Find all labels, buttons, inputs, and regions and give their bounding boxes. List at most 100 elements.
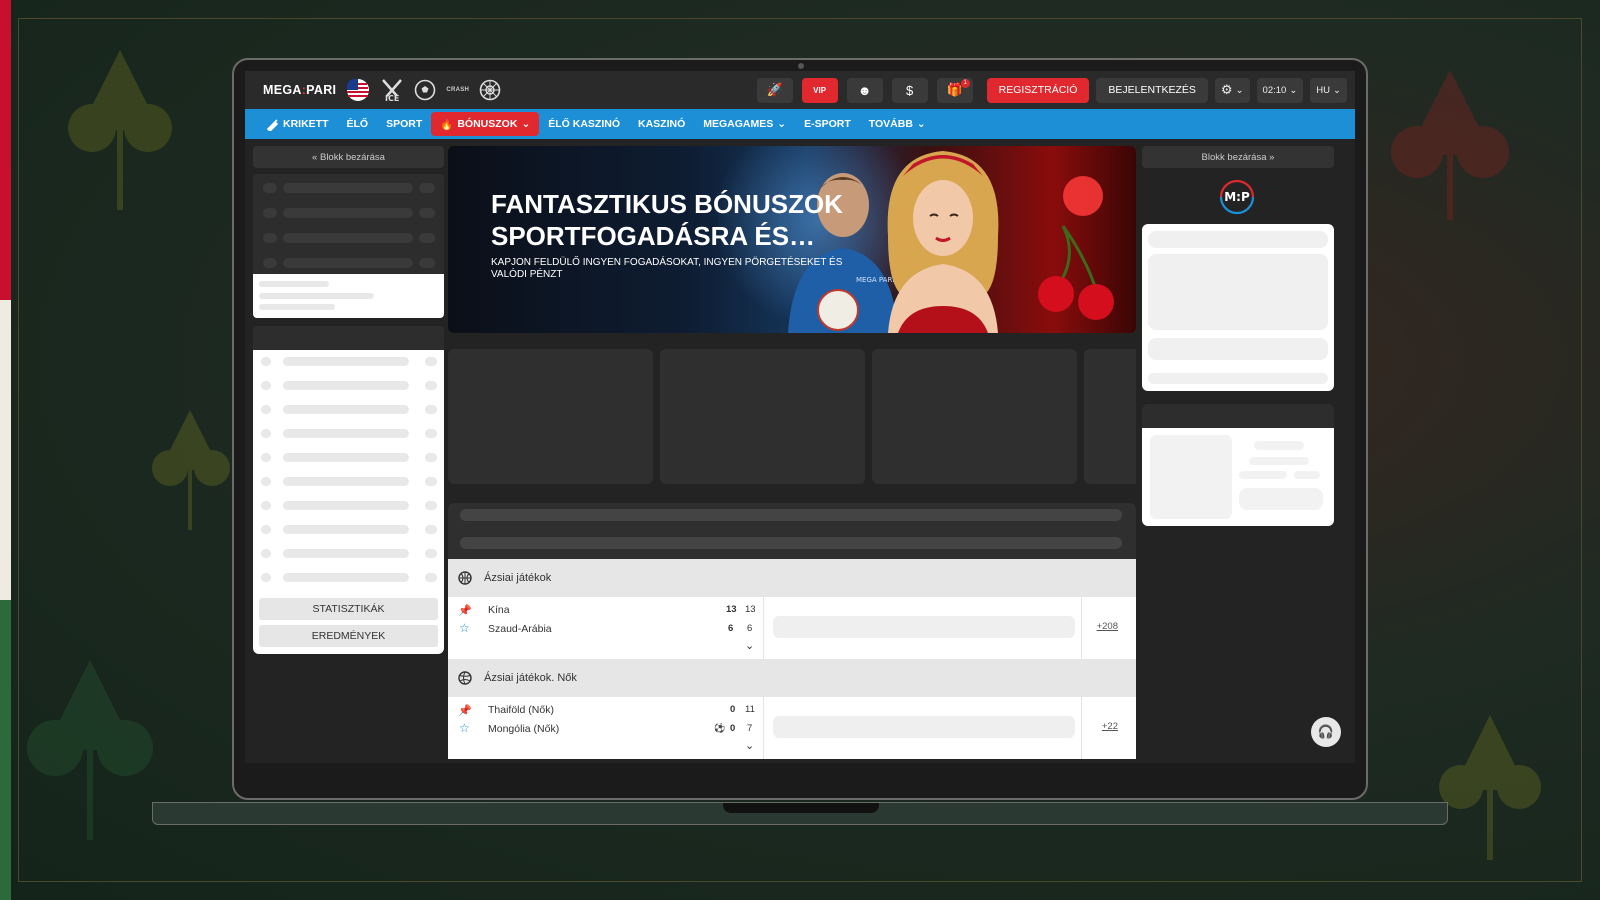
- banner-title: FANTASZTIKUS BÓNUSZOK SPORTFOGADÁSRA ÉS…: [491, 189, 843, 251]
- nav-casino[interactable]: KASZINÓ: [629, 112, 694, 136]
- chevron-down-icon: ⌄: [1235, 84, 1244, 96]
- nav-live-casino[interactable]: ÉLŐ KASZINÓ: [539, 112, 629, 136]
- cherries-icon: [1038, 176, 1114, 320]
- nav-label: ÉLŐ KASZINÓ: [548, 118, 621, 130]
- skeleton-line: [419, 258, 435, 268]
- language-value: HU: [1316, 84, 1331, 96]
- team-home: Thaiföld (Nők): [488, 704, 554, 716]
- svg-text:ICE: ICE: [385, 94, 399, 102]
- time-value: 02:10: [1262, 84, 1287, 96]
- headset-icon: 🎧: [1317, 724, 1335, 739]
- skeleton-line: [261, 357, 271, 366]
- settings-dropdown[interactable]: ⚙ ⌄: [1214, 77, 1250, 103]
- ice-hockey-icon[interactable]: ICE: [380, 78, 404, 102]
- gift-button[interactable]: 🎁 1: [936, 77, 973, 103]
- skeleton-line: [425, 357, 437, 366]
- flag-white: [0, 300, 11, 600]
- nav-label: ÉLŐ: [346, 118, 369, 130]
- row-divider: [1081, 697, 1082, 759]
- nav-sport[interactable]: SPORT: [377, 112, 431, 136]
- brand-mark-text: M:P: [1224, 190, 1250, 204]
- register-button[interactable]: REGISZTRÁCIÓ: [986, 77, 1090, 103]
- flag-red: [0, 0, 11, 300]
- score-home-main: 13: [726, 604, 737, 615]
- match-row[interactable]: 📌 ☆ Kína Szaud-Arábia 13 13 6 6 ⌄ +208: [448, 597, 1136, 659]
- nav-megagames[interactable]: MEGAGAMES ⌄: [694, 112, 795, 136]
- main-nav: KRIKETT ÉLŐ SPORT 🔥 BÓNUSZOK ⌄ ÉLŐ KASZINÓ…: [245, 109, 1355, 139]
- fire-icon: 🔥: [440, 118, 454, 131]
- top-bar: MEGA:PARI ICE CRASH 🚀 VIP ☻ $ 🎁 1 REGISZT…: [245, 71, 1355, 109]
- chevron-down-icon: ⌄: [521, 118, 531, 130]
- football-icon[interactable]: [414, 79, 436, 101]
- star-icon[interactable]: ☆: [459, 721, 470, 735]
- site-logo[interactable]: MEGA:PARI: [263, 83, 336, 97]
- tree-decoration-icon: [27, 660, 153, 840]
- team-away: Szaud-Arábia: [488, 623, 552, 635]
- chevron-down-icon: ⌄: [916, 118, 926, 130]
- skeleton-line: [261, 405, 271, 414]
- game-card-placeholder[interactable]: [1084, 349, 1136, 484]
- vip-button[interactable]: VIP: [801, 77, 838, 103]
- results-button[interactable]: EREDMÉNYEK: [259, 625, 438, 647]
- left-collapse-button[interactable]: « Blokk bezárása: [253, 146, 444, 168]
- skeleton-line: [425, 573, 437, 582]
- right-card-header: [1142, 404, 1334, 428]
- right-collapse-button[interactable]: Blokk bezárása »: [1142, 146, 1334, 168]
- deposit-button[interactable]: $: [891, 77, 928, 103]
- nav-cricket[interactable]: KRIKETT: [257, 112, 338, 136]
- skeleton-line: [283, 477, 409, 486]
- pin-icon[interactable]: 📌: [458, 604, 472, 617]
- skeleton-line: [283, 501, 409, 510]
- skeleton-line: [1148, 373, 1328, 384]
- team-home: Kína: [488, 604, 510, 616]
- team-away: Mongólia (Nők): [488, 723, 560, 735]
- game-card-placeholder[interactable]: [448, 349, 653, 484]
- nav-bonuses[interactable]: 🔥 BÓNUSZOK ⌄: [431, 112, 540, 136]
- skeleton-line: [261, 429, 271, 438]
- skeleton-line: [283, 233, 413, 243]
- game-card-placeholder[interactable]: [660, 349, 865, 484]
- roulette-wheel-icon[interactable]: [479, 79, 501, 101]
- chevron-down-icon[interactable]: ⌄: [745, 739, 754, 752]
- league-header[interactable]: Ázsiai játékok. Nők: [448, 659, 1136, 697]
- statistics-button[interactable]: STATISZTIKÁK: [259, 598, 438, 620]
- promo-banner[interactable]: MEGA PARI FANTASZTIKUS BÓNUSZOK SPORTFOG…: [448, 146, 1136, 333]
- nav-more[interactable]: TOVÁBB ⌄: [860, 112, 935, 136]
- time-dropdown[interactable]: 02:10 ⌄: [1256, 77, 1304, 103]
- skeleton-line: [259, 304, 335, 310]
- skeleton-line: [1249, 457, 1309, 465]
- game-card-placeholder[interactable]: [872, 349, 1077, 484]
- crash-game-link[interactable]: CRASH: [446, 87, 469, 93]
- chevron-down-icon[interactable]: ⌄: [745, 639, 754, 652]
- login-button[interactable]: BEJELENTKEZÉS: [1096, 77, 1208, 103]
- more-markets-link[interactable]: +22: [1102, 721, 1118, 732]
- chat-support-button[interactable]: 🎧: [1311, 717, 1341, 747]
- pin-icon[interactable]: 📌: [458, 704, 472, 717]
- chevron-down-icon: ⌄: [1289, 84, 1298, 96]
- skeleton-line: [283, 183, 413, 193]
- tree-decoration-icon: [1391, 70, 1509, 220]
- language-dropdown[interactable]: HU ⌄: [1310, 77, 1347, 103]
- us-flag-icon[interactable]: [346, 78, 370, 102]
- cricket-bat-icon: [266, 118, 279, 131]
- support-button[interactable]: ☻: [846, 77, 883, 103]
- tree-decoration-icon: [1439, 715, 1541, 860]
- nav-esport[interactable]: E-SPORT: [795, 112, 860, 136]
- rocket-button[interactable]: 🚀: [756, 77, 793, 103]
- score-home-sub: 11: [745, 704, 755, 715]
- chevron-down-icon: ⌄: [777, 118, 787, 130]
- score-away-sub: 7: [747, 723, 753, 734]
- tree-decoration-icon: [152, 410, 230, 530]
- more-markets-link[interactable]: +208: [1097, 621, 1118, 632]
- skeleton-line: [283, 357, 409, 366]
- match-row[interactable]: 📌 ☆ Thaiföld (Nők) Mongólia (Nők) 0 11 ⚽…: [448, 697, 1136, 759]
- skeleton-line: [425, 429, 437, 438]
- odds-skeleton: [773, 716, 1075, 738]
- odds-skeleton: [773, 616, 1075, 638]
- laptop-base: [152, 802, 1448, 825]
- league-header[interactable]: Ázsiai játékok: [448, 559, 1136, 597]
- nav-label: BÓNUSZOK: [457, 118, 518, 130]
- skeleton-line: [1239, 471, 1287, 479]
- star-icon[interactable]: ☆: [459, 621, 470, 635]
- nav-live[interactable]: ÉLŐ: [338, 112, 378, 136]
